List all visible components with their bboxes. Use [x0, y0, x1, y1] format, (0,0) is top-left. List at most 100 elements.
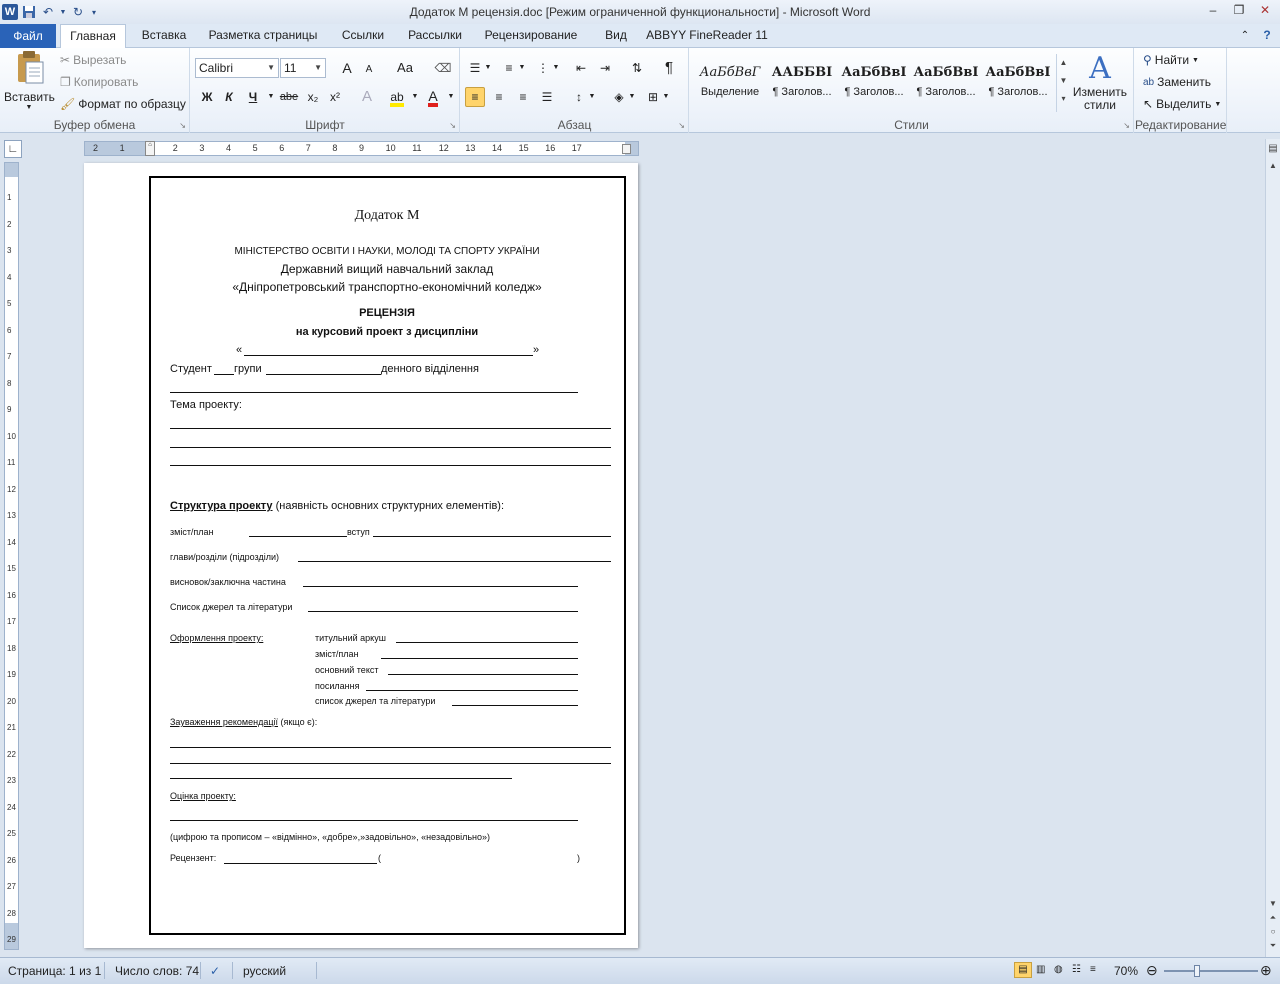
bold-button[interactable]: Ж	[197, 87, 217, 107]
previous-page-icon[interactable]: ⏶	[1266, 911, 1280, 925]
zoom-out-icon[interactable]: ⊖	[1146, 962, 1158, 979]
change-case-button[interactable]: Aa	[391, 58, 419, 78]
align-left-icon[interactable]: ≡	[465, 87, 485, 107]
underline-button[interactable]: Ч	[243, 87, 263, 107]
bullets-icon[interactable]: ☰	[465, 58, 485, 78]
align-right-icon[interactable]: ≡	[513, 87, 533, 107]
indent-marker-icon[interactable]: ⌂	[145, 141, 155, 156]
justify-icon[interactable]: ☰	[537, 87, 557, 107]
page-counter[interactable]: Страница: 1 из 1	[8, 964, 101, 978]
borders-icon[interactable]: ⊞	[643, 87, 663, 107]
highlight-color-button[interactable]: ab	[387, 87, 407, 107]
style-emphasis[interactable]: АаБбВвГ Выделение	[694, 58, 766, 108]
tab-home[interactable]: Главная	[60, 24, 126, 49]
styles-launcher-icon[interactable]: ↘	[1123, 121, 1130, 130]
find-button[interactable]: ⚲ Найти ▼	[1143, 53, 1199, 67]
reading-view-icon[interactable]: ▥	[1036, 964, 1045, 975]
increase-indent-icon[interactable]: ⇥	[595, 58, 615, 78]
clipboard-launcher-icon[interactable]: ↘	[179, 121, 186, 130]
scroll-up-icon[interactable]: ▲	[1266, 159, 1280, 173]
tab-view[interactable]: Вид	[596, 24, 636, 48]
document-page[interactable]: Додаток М МІНІСТЕРСТВО ОСВІТИ І НАУКИ, М…	[84, 163, 638, 948]
paste-button[interactable]: Вставить ▼	[4, 50, 55, 111]
styles-scroll[interactable]: ▲ ▼ ▾	[1056, 54, 1070, 112]
multilevel-list-icon[interactable]: ⋮	[533, 58, 553, 78]
shading-icon[interactable]: ◈	[609, 87, 629, 107]
clear-formatting-icon[interactable]: ⌫	[433, 58, 453, 78]
select-dropdown-icon[interactable]: ▼	[1214, 101, 1221, 108]
style-heading-1[interactable]: ААББВІ ¶ Заголов...	[766, 58, 838, 108]
decrease-indent-icon[interactable]: ⇤	[571, 58, 591, 78]
font-launcher-icon[interactable]: ↘	[449, 121, 456, 130]
multilevel-dropdown-icon[interactable]: ▼	[551, 58, 561, 78]
language-indicator[interactable]: русский	[243, 964, 286, 978]
align-center-icon[interactable]: ≡	[489, 87, 509, 107]
paste-dropdown-icon[interactable]: ▼	[4, 104, 54, 111]
shrink-font-button[interactable]: A	[359, 60, 379, 80]
shading-dropdown-icon[interactable]: ▼	[627, 87, 637, 107]
vertical-scrollbar[interactable]: ▤ ▲ ▼ ⏶ ○ ⏷	[1265, 139, 1280, 957]
select-button[interactable]: ↖ Выделить ▼	[1143, 97, 1221, 111]
style-heading-4[interactable]: АаБбВвІ ¶ Заголов...	[982, 58, 1054, 108]
copy-button[interactable]: ❐ Копировать	[60, 75, 138, 89]
find-dropdown-icon[interactable]: ▼	[1192, 57, 1199, 64]
styles-up-icon[interactable]: ▲	[1057, 54, 1070, 72]
draft-view-icon[interactable]: ≡	[1090, 964, 1096, 975]
line-spacing-dropdown-icon[interactable]: ▼	[587, 87, 597, 107]
zoom-slider[interactable]	[1164, 965, 1258, 977]
zoom-in-icon[interactable]: ⊕	[1260, 962, 1272, 979]
next-page-icon[interactable]: ⏷	[1266, 939, 1280, 953]
cut-button[interactable]: ✂ Вырезать	[60, 53, 126, 67]
ruler-toggle-icon[interactable]: ▤	[1266, 142, 1280, 156]
format-painter-button[interactable]: 🖌 Формат по образцу	[60, 97, 186, 111]
styles-more-icon[interactable]: ▾	[1057, 90, 1070, 108]
paragraph-launcher-icon[interactable]: ↘	[678, 121, 685, 130]
styles-down-icon[interactable]: ▼	[1057, 72, 1070, 90]
web-view-icon[interactable]: ◍	[1054, 964, 1063, 975]
subscript-button[interactable]: x₂	[303, 87, 323, 107]
tab-abbyy[interactable]: ABBYY FineReader 11	[646, 24, 768, 48]
tab-mailings[interactable]: Рассылки	[402, 24, 468, 48]
replace-button[interactable]: ab Заменить	[1143, 75, 1211, 89]
tab-insert[interactable]: Вставка	[136, 24, 192, 48]
highlight-dropdown-icon[interactable]: ▼	[405, 87, 425, 107]
strikethrough-button[interactable]: abe	[277, 87, 301, 107]
bullets-dropdown-icon[interactable]: ▼	[483, 58, 493, 78]
horizontal-ruler[interactable]: 211234567891011121314151617 ⌂	[84, 141, 639, 156]
tab-page-layout[interactable]: Разметка страницы	[203, 24, 323, 48]
zoom-slider-thumb[interactable]	[1193, 965, 1200, 977]
minimize-button[interactable]: –	[1202, 2, 1224, 20]
word-count[interactable]: Число слов: 74	[115, 964, 199, 978]
outline-view-icon[interactable]: ☷	[1072, 964, 1081, 975]
text-effects-icon[interactable]: A	[357, 87, 377, 107]
numbering-icon[interactable]: ≡	[499, 58, 519, 78]
tab-references[interactable]: Ссылки	[334, 24, 392, 48]
font-color-button[interactable]: A	[423, 87, 443, 107]
restore-button[interactable]: ❐	[1228, 2, 1250, 20]
line-spacing-icon[interactable]: ↕	[569, 87, 589, 107]
help-icon[interactable]: ?	[1258, 24, 1276, 48]
tab-selector-icon[interactable]: ∟	[4, 140, 22, 158]
font-name-combo[interactable]: Calibri ▼	[195, 58, 279, 78]
font-size-dropdown-icon[interactable]: ▼	[314, 59, 322, 77]
zoom-level[interactable]: 70%	[1114, 964, 1138, 978]
borders-dropdown-icon[interactable]: ▼	[661, 87, 671, 107]
spellcheck-icon[interactable]: ✓	[210, 964, 220, 978]
select-browse-object-icon[interactable]: ○	[1266, 925, 1280, 939]
superscript-button[interactable]: x²	[325, 87, 345, 107]
font-name-dropdown-icon[interactable]: ▼	[267, 59, 275, 77]
tab-review[interactable]: Рецензирование	[478, 24, 584, 48]
grow-font-button[interactable]: A	[337, 58, 357, 78]
minimize-ribbon-icon[interactable]: ⌃	[1236, 24, 1254, 48]
numbering-dropdown-icon[interactable]: ▼	[517, 58, 527, 78]
show-marks-button[interactable]: ¶	[659, 58, 679, 78]
font-size-combo[interactable]: 11 ▼	[280, 58, 326, 78]
tab-file[interactable]: Файл	[0, 24, 56, 48]
vertical-ruler[interactable]: 1 2 3 4 5 6 7 8 9 10 11 12 13 14 15 16 17 18 19 20 21 22 23 24 2…	[4, 162, 19, 950]
right-indent-icon[interactable]	[622, 144, 631, 154]
change-styles-button[interactable]: A Изменить стили	[1070, 52, 1130, 112]
style-heading-2[interactable]: АаБбВвІ ¶ Заголов...	[838, 58, 910, 108]
print-layout-view-icon[interactable]: ▤	[1014, 962, 1032, 978]
style-heading-3[interactable]: АаБбВвІ ¶ Заголов...	[910, 58, 982, 108]
close-button[interactable]: ✕	[1254, 2, 1276, 20]
